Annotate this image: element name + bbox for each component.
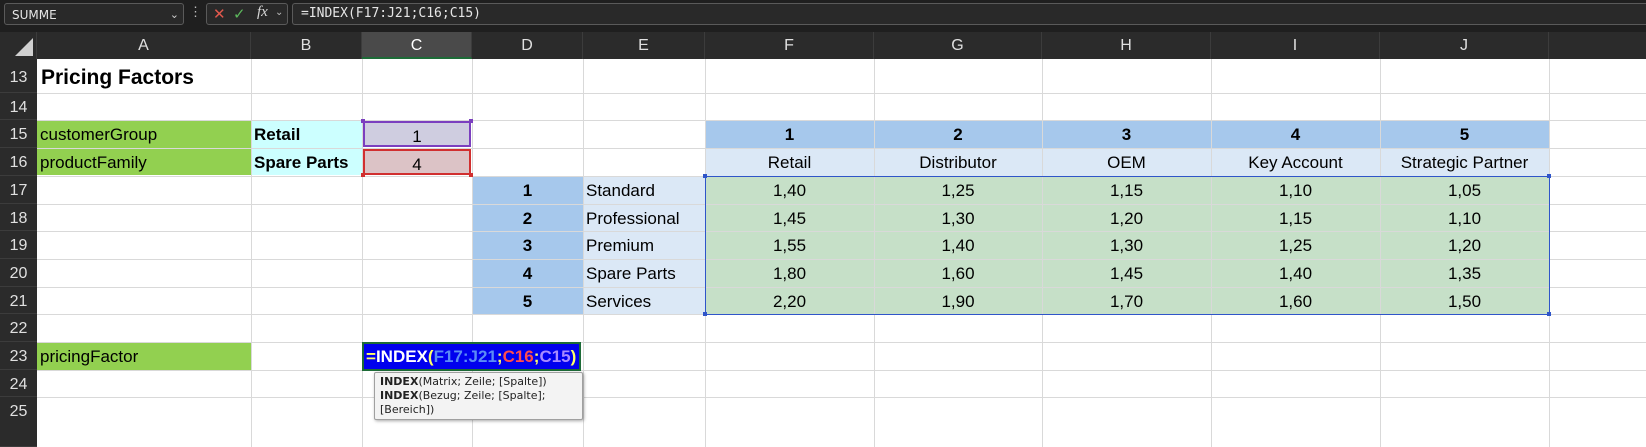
select-all-triangle-icon [15, 38, 33, 56]
gridline [37, 342, 1646, 343]
insert-function-fx-icon[interactable]: fx [257, 4, 268, 21]
row-header-23[interactable]: 23 [0, 342, 37, 370]
cell-b16-spare-parts[interactable]: Spare Parts [254, 148, 349, 176]
page-title[interactable]: Pricing Factors [41, 59, 194, 93]
gridline [583, 59, 584, 447]
formula-token-equals: = [366, 347, 376, 366]
matrix-row-index-5[interactable]: 5 [472, 287, 583, 314]
cell-c23-formula-editor[interactable]: =INDEX(F17:J21;C16;C15) [362, 342, 581, 371]
matrix-col-label-oem[interactable]: OEM [1042, 148, 1211, 176]
matrix-row-label-services[interactable]: Services [586, 287, 651, 314]
row-header-24[interactable]: 24 [0, 370, 37, 397]
range-handle[interactable] [1547, 174, 1551, 178]
row-header-14[interactable]: 14 [0, 93, 37, 120]
column-header-e[interactable]: E [583, 32, 705, 59]
row-header-18[interactable]: 18 [0, 204, 37, 231]
range-handle[interactable] [361, 173, 365, 177]
column-header-g[interactable]: G [874, 32, 1042, 59]
formula-token-function: INDEX [375, 347, 428, 366]
matrix-row-label-standard[interactable]: Standard [586, 176, 655, 204]
name-box-value: SUMME [12, 8, 57, 22]
matrix-col-index-3[interactable]: 3 [1042, 120, 1211, 148]
cell-c15-input[interactable]: 1 [363, 121, 471, 147]
gridline [37, 370, 1646, 371]
matrix-row-label-professional[interactable]: Professional [586, 204, 680, 231]
formula-bar-grip-icon[interactable]: ⋮ [189, 4, 202, 20]
formula-input[interactable]: =INDEX(F17:J21;C16;C15) [292, 3, 1646, 25]
range-highlight-f17-j21 [705, 176, 1550, 315]
column-header-empty [1549, 32, 1646, 59]
cell-area[interactable]: Pricing Factors customerGroup Retail 1 p… [37, 59, 1646, 447]
gridline [251, 59, 252, 447]
gridline [37, 93, 1646, 94]
row-header-21[interactable]: 21 [0, 287, 37, 314]
range-handle[interactable] [703, 174, 707, 178]
cancel-x-icon[interactable]: ✕ [213, 5, 226, 23]
column-header-a[interactable]: A [37, 32, 251, 59]
formula-bar-buttons: ✕ ✓ fx ⌄ [206, 3, 288, 25]
matrix-row-label-spare-parts[interactable]: Spare Parts [586, 259, 676, 287]
column-header-i[interactable]: I [1211, 32, 1380, 59]
gridline [37, 397, 1646, 398]
row-header-19[interactable]: 19 [0, 231, 37, 259]
matrix-col-label-distributor[interactable]: Distributor [874, 148, 1042, 176]
range-handle[interactable] [361, 119, 365, 123]
matrix-col-index-4[interactable]: 4 [1211, 120, 1380, 148]
matrix-row-index-3[interactable]: 3 [472, 231, 583, 259]
range-handle[interactable] [469, 119, 473, 123]
tooltip-line-2[interactable]: INDEX(Bezug; Zeile; [Spalte]; [Bereich]) [380, 389, 577, 417]
chevron-down-icon[interactable]: ⌄ [275, 7, 283, 18]
formula-token-ref-column: C15 [539, 347, 571, 366]
row-header-16[interactable]: 16 [0, 148, 37, 176]
row-header-17[interactable]: 17 [0, 176, 37, 204]
formula-token-ref-matrix: F17:J21 [433, 347, 497, 366]
enter-check-icon[interactable]: ✓ [233, 5, 246, 23]
matrix-col-index-2[interactable]: 2 [874, 120, 1042, 148]
row-header-25[interactable]: 25 [0, 397, 37, 447]
matrix-col-index-1[interactable]: 1 [705, 120, 874, 148]
gridline [362, 59, 363, 447]
matrix-col-index-5[interactable]: 5 [1380, 120, 1549, 148]
matrix-row-index-2[interactable]: 2 [472, 204, 583, 231]
tooltip-args: (Matrix; Zeile; [Spalte]) [418, 375, 547, 388]
formula-token-close-paren: ) [570, 347, 577, 366]
chevron-down-icon[interactable]: ⌄ [170, 4, 179, 26]
cell-a15-customer-group[interactable]: customerGroup [40, 120, 157, 148]
column-header-d[interactable]: D [472, 32, 583, 59]
matrix-row-index-1[interactable]: 1 [472, 176, 583, 204]
cell-a16-product-family[interactable]: productFamily [40, 148, 147, 176]
matrix-row-index-4[interactable]: 4 [472, 259, 583, 287]
matrix-col-label-strategic-partner[interactable]: Strategic Partner [1380, 148, 1549, 176]
column-header-b[interactable]: B [251, 32, 362, 59]
formula-token-ref-row: C16 [502, 347, 534, 366]
column-header-c[interactable]: C [362, 32, 472, 59]
range-handle[interactable] [703, 312, 707, 316]
cell-a23-pricing-factor[interactable]: pricingFactor [40, 342, 138, 370]
cell-b15-retail[interactable]: Retail [254, 120, 300, 148]
row-header-13[interactable]: 13 [0, 59, 37, 93]
column-header-j[interactable]: J [1380, 32, 1549, 59]
function-signature-tooltip[interactable]: INDEX(Matrix; Zeile; [Spalte]) INDEX(Bez… [374, 372, 583, 420]
matrix-col-label-retail[interactable]: Retail [705, 148, 874, 176]
tooltip-line-1[interactable]: INDEX(Matrix; Zeile; [Spalte]) [380, 375, 577, 389]
range-handle[interactable] [1547, 312, 1551, 316]
tooltip-fn-name: INDEX [380, 389, 419, 402]
cell-c16-input[interactable]: 4 [363, 149, 471, 175]
matrix-row-label-premium[interactable]: Premium [586, 231, 654, 259]
row-header-20[interactable]: 20 [0, 259, 37, 287]
row-header-15[interactable]: 15 [0, 120, 37, 148]
row-header-22[interactable]: 22 [0, 314, 37, 342]
name-box[interactable]: SUMME ⌄ [4, 3, 184, 25]
tooltip-fn-name: INDEX [380, 375, 419, 388]
select-all-button[interactable] [0, 32, 37, 59]
matrix-col-label-key-account[interactable]: Key Account [1211, 148, 1380, 176]
column-header-f[interactable]: F [705, 32, 874, 59]
column-header-h[interactable]: H [1042, 32, 1211, 59]
formula-bar: SUMME ⌄ ⋮ ✕ ✓ fx ⌄ =INDEX(F17:J21;C16;C1… [0, 0, 1646, 29]
